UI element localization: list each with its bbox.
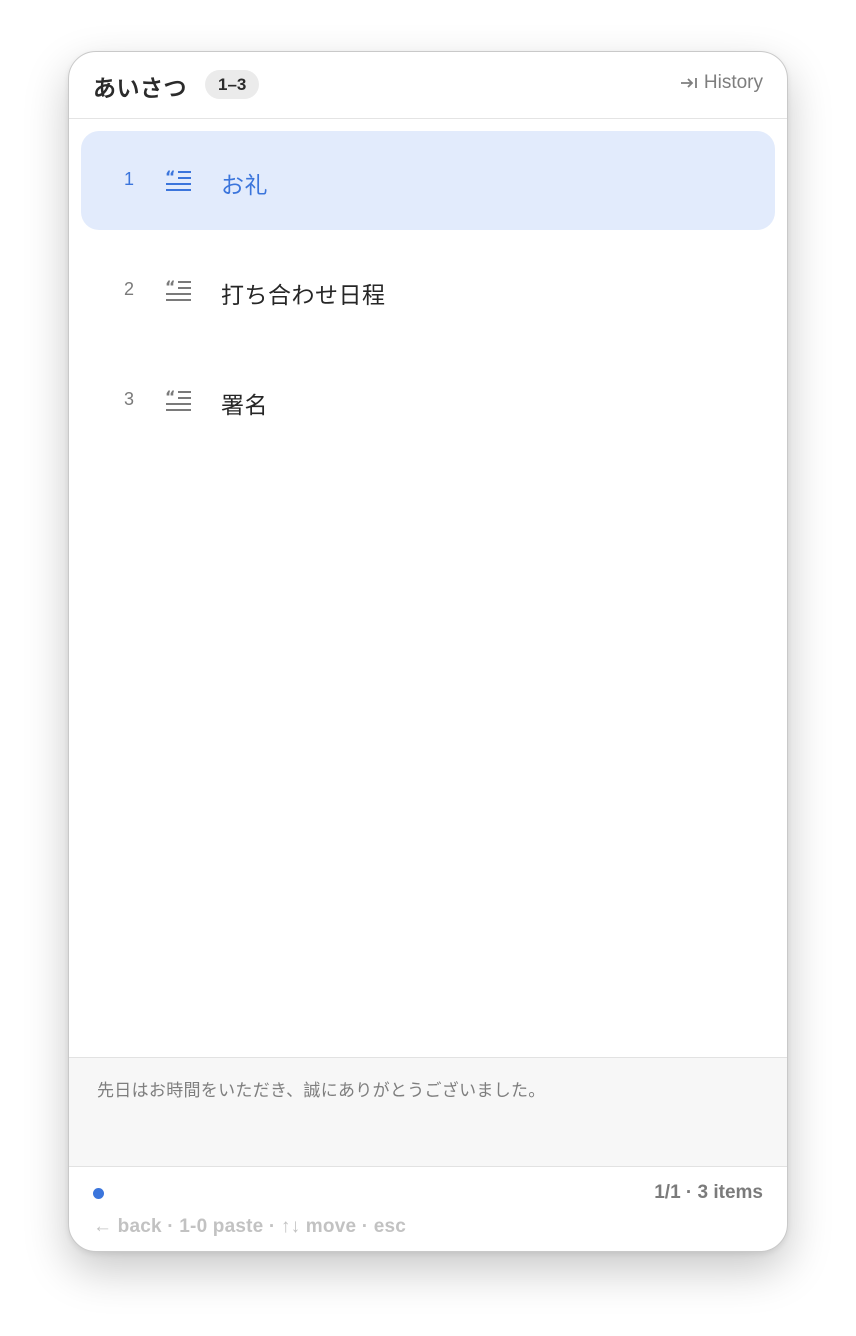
history-label: History <box>703 72 763 93</box>
arrow-to-right-icon <box>680 76 698 90</box>
snippet-picker-window: あいさつ 1–3 History 1 “ お礼 2 “ 打ち合わせ日程 3 “ … <box>68 51 788 1252</box>
list-item[interactable]: 2 “ 打ち合わせ日程 <box>81 241 775 340</box>
quote-text-icon: “ <box>165 168 193 194</box>
item-number: 1 <box>123 169 134 189</box>
footer: 1/1 · 3 items ← back · 1-0 paste · ↑↓ mo… <box>69 1167 787 1251</box>
keyboard-hints: ← back · 1-0 paste · ↑↓ move · esc <box>93 1216 407 1237</box>
item-number: 3 <box>123 389 134 409</box>
preview-pane: 先日はお時間をいただき、誠にありがとうございました。 <box>69 1057 787 1167</box>
status-dot <box>93 1188 104 1199</box>
item-label: お礼 <box>221 172 268 198</box>
folder-title: あいさつ <box>93 75 187 101</box>
item-label: 署名 <box>221 392 268 418</box>
range-badge: 1–3 <box>205 70 260 99</box>
list-item[interactable]: 3 “ 署名 <box>81 351 775 450</box>
quote-text-icon: “ <box>165 388 193 414</box>
quote-text-icon: “ <box>165 278 193 304</box>
header: あいさつ 1–3 History <box>69 52 787 119</box>
item-label: 打ち合わせ日程 <box>221 282 386 308</box>
snippet-list: 1 “ お礼 2 “ 打ち合わせ日程 3 “ 署名 <box>81 131 775 461</box>
item-count: 1/1 · 3 items <box>654 1182 763 1203</box>
history-button[interactable]: History <box>680 72 763 94</box>
preview-text: 先日はお時間をいただき、誠にありがとうございました。 <box>97 1081 546 1100</box>
item-number: 2 <box>123 279 134 299</box>
list-item[interactable]: 1 “ お礼 <box>81 131 775 230</box>
